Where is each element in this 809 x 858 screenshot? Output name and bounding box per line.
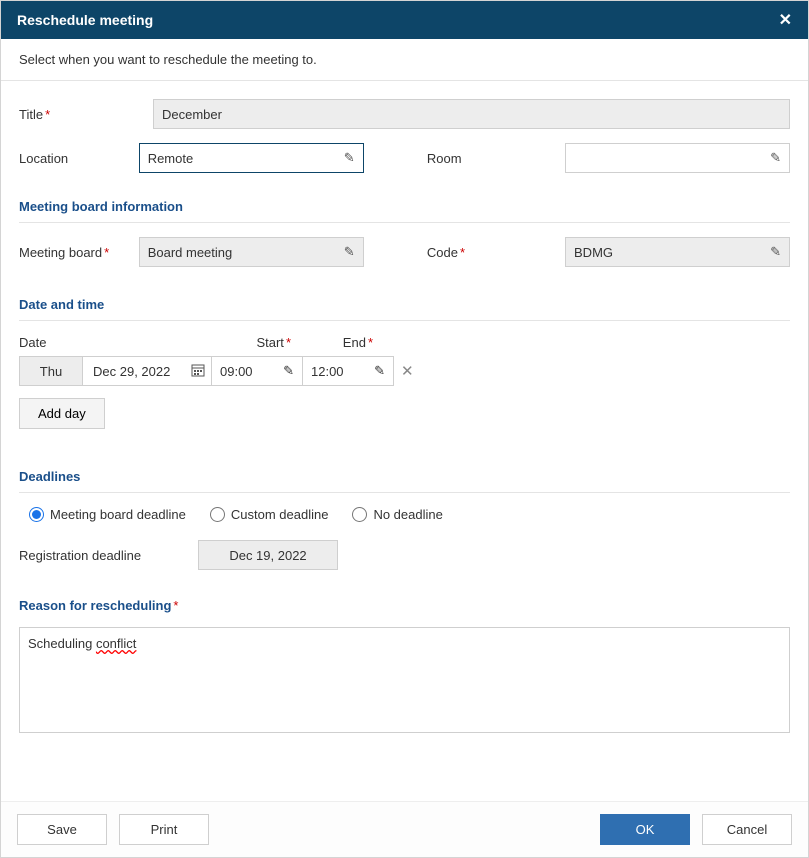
calendar-icon[interactable] [191, 363, 205, 380]
save-button[interactable]: Save [17, 814, 107, 845]
section-meeting-board: Meeting board information [19, 187, 790, 223]
meeting-board-field: Board meeting ✎ [139, 237, 364, 267]
remove-row-icon[interactable]: ✕ [401, 362, 414, 380]
dialog-title-bar: Reschedule meeting ✕ [1, 1, 808, 39]
pencil-icon[interactable]: ✎ [344, 150, 355, 166]
section-date-time: Date and time [19, 285, 790, 321]
radio-meeting-board[interactable] [29, 507, 44, 522]
title-label: Title* [19, 107, 139, 122]
end-header-label: End* [303, 335, 379, 350]
dialog-footer: Save Print OK Cancel [1, 801, 808, 857]
close-icon[interactable]: ✕ [779, 10, 792, 30]
section-deadlines: Deadlines [19, 457, 790, 493]
cancel-button[interactable]: Cancel [702, 814, 792, 845]
pencil-icon[interactable]: ✎ [283, 363, 294, 379]
deadline-option-meeting-board[interactable]: Meeting board deadline [29, 507, 186, 522]
deadline-option-none[interactable]: No deadline [352, 507, 442, 522]
reason-textarea[interactable]: Scheduling conflict [19, 627, 790, 733]
section-reason: Reason for rescheduling* [19, 586, 790, 621]
radio-custom[interactable] [210, 507, 225, 522]
print-button[interactable]: Print [119, 814, 209, 845]
ok-button[interactable]: OK [600, 814, 690, 845]
pencil-icon: ✎ [770, 244, 781, 260]
start-header-label: Start* [211, 335, 303, 350]
reg-deadline-field: Dec 19, 2022 [198, 540, 338, 570]
meeting-board-label: Meeting board* [19, 245, 125, 260]
deadline-option-custom[interactable]: Custom deadline [210, 507, 329, 522]
dialog-title: Reschedule meeting [17, 12, 153, 28]
radio-no-deadline[interactable] [352, 507, 367, 522]
reg-deadline-label: Registration deadline [19, 548, 164, 563]
pencil-icon: ✎ [344, 244, 355, 260]
code-field: BDMG ✎ [565, 237, 790, 267]
day-name-cell: Thu [19, 356, 83, 386]
title-field: December [153, 99, 790, 129]
room-label: Room [427, 151, 480, 166]
code-label: Code* [427, 245, 480, 260]
room-field[interactable]: ✎ [565, 143, 790, 173]
end-time-cell[interactable]: 12:00 ✎ [302, 356, 394, 386]
location-field[interactable]: Remote ✎ [139, 143, 364, 173]
start-time-cell[interactable]: 09:00 ✎ [211, 356, 303, 386]
date-cell[interactable]: Dec 29, 2022 [82, 356, 212, 386]
location-label: Location [19, 151, 125, 166]
pencil-icon[interactable]: ✎ [374, 363, 385, 379]
date-header-label: Date [19, 335, 211, 350]
pencil-icon[interactable]: ✎ [770, 150, 781, 166]
dialog-subtitle: Select when you want to reschedule the m… [1, 39, 808, 81]
add-day-button[interactable]: Add day [19, 398, 105, 429]
